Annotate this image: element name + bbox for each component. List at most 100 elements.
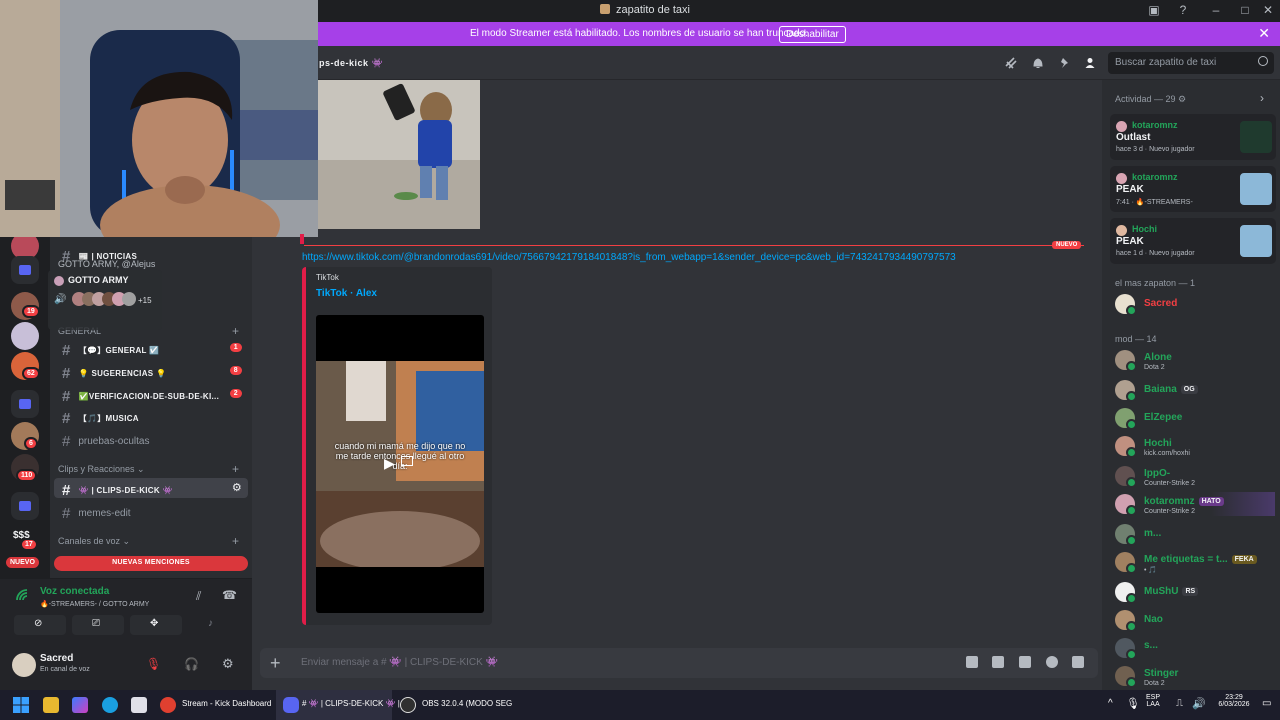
user-avatar[interactable] — [12, 653, 36, 677]
store-icon[interactable] — [131, 697, 147, 713]
disable-streamer-button[interactable]: Deshabilitar — [779, 26, 846, 43]
edge-icon[interactable] — [102, 697, 118, 713]
server-folder-icon[interactable] — [11, 390, 39, 418]
network-icon[interactable]: ⎍ — [1176, 698, 1183, 709]
member-item[interactable]: MuShU RS — [1115, 580, 1275, 604]
embed-video[interactable]: cuando mi mamá me dijo que no me tarde e… — [316, 315, 484, 613]
server-icon[interactable] — [11, 322, 39, 350]
close-banner-icon[interactable]: ✕ — [1258, 25, 1270, 42]
banner-message: El modo Streamer está habilitado. Los no… — [470, 28, 808, 39]
member-item[interactable]: kotaromnz HATO Counter-Strike 2 — [1115, 492, 1275, 516]
game-art — [1240, 173, 1272, 205]
activity-card[interactable]: kotaromnz PEAK 7:41 · 🔥-STREAMERS- — [1110, 166, 1276, 212]
member-item[interactable]: m... — [1115, 522, 1275, 546]
signal-icon[interactable] — [14, 587, 30, 603]
member-item[interactable]: ElZepee — [1115, 406, 1275, 430]
server-folder-icon[interactable] — [11, 492, 39, 520]
new-mentions-button[interactable]: NUEVAS MENCIONES — [54, 556, 248, 571]
disconnect-icon[interactable]: ☎ — [222, 588, 237, 602]
channel-sugerencias[interactable]: # 💡 SUGERENCIAS 💡 8 — [54, 361, 248, 382]
add-channel-icon[interactable]: + — [232, 534, 239, 548]
member-item[interactable]: s... — [1115, 636, 1275, 660]
microphone-icon[interactable]: 🎙 — [1126, 697, 1140, 710]
member-item[interactable]: Sacred — [1115, 292, 1275, 316]
discord-icon[interactable] — [283, 697, 299, 713]
copilot-icon[interactable] — [72, 697, 88, 713]
add-channel-icon[interactable]: + — [232, 462, 239, 476]
channel-memes-edit[interactable]: # memes-edit — [54, 501, 248, 522]
sticker-icon[interactable] — [1019, 656, 1031, 668]
language-indicator[interactable]: ESP LAA — [1146, 694, 1160, 708]
activities-button[interactable]: ✥ — [130, 615, 182, 635]
chevron-up-icon[interactable]: ^ — [1108, 698, 1113, 709]
member-item[interactable]: Alone Dota 2 — [1115, 348, 1275, 372]
category-clips[interactable]: Clips y Reacciones ⌄ + — [58, 462, 239, 476]
activity-card[interactable]: Hochi PEAK hace 1 d · Nuevo jugador — [1110, 218, 1276, 264]
threads-icon[interactable] — [1004, 56, 1018, 70]
category-voice[interactable]: Canales de voz ⌄ + — [58, 534, 239, 548]
channel-general[interactable]: # 【💬】GENERAL ☑️ 1 — [54, 338, 248, 359]
server-folder-icon[interactable] — [11, 256, 39, 284]
member-item[interactable]: Stinger Dota 2 — [1115, 664, 1275, 688]
activity-meta: 7:41 · 🔥-STREAMERS- — [1116, 199, 1193, 206]
notifications-icon[interactable]: ▭ — [1262, 698, 1271, 709]
search-input[interactable]: Buscar zapatito de taxi — [1108, 52, 1274, 74]
chevron-right-icon[interactable]: › — [1260, 91, 1264, 105]
open-external-icon[interactable] — [401, 456, 413, 466]
help-icon[interactable]: ? — [1173, 3, 1193, 17]
volume-icon[interactable]: 🔊 — [1192, 697, 1206, 710]
clock[interactable]: 23:29 6/03/2026 — [1212, 694, 1256, 708]
add-channel-icon[interactable]: + — [232, 324, 239, 338]
activity-user: kotaromnz — [1132, 172, 1178, 182]
previous-video-thumbnail[interactable] — [318, 80, 480, 229]
channel-clips-de-kick[interactable]: # 👾 | CLIPS-DE-KICK 👾 ⚙ — [54, 478, 248, 499]
emoji-icon[interactable] — [1046, 656, 1058, 668]
embed-title[interactable]: TikTok · Alex — [316, 288, 377, 299]
pin-icon[interactable] — [1058, 56, 1072, 70]
member-item[interactable]: Me etiquetas = t... FEKA • 🎵 — [1115, 550, 1275, 574]
user-settings-icon[interactable]: ⚙ — [222, 656, 234, 672]
close-window-button[interactable]: ✕ — [1258, 3, 1278, 17]
bell-icon[interactable] — [1031, 56, 1045, 70]
channel-musica[interactable]: # 【🎵】MUSICA — [54, 406, 248, 427]
activity-card[interactable]: kotaromnz Outlast hace 3 d · Nuevo jugad… — [1110, 114, 1276, 160]
member-item[interactable]: Hochi kick.com/hoxhi — [1115, 434, 1275, 458]
minimize-button[interactable]: – — [1206, 3, 1226, 17]
windows-start-icon[interactable] — [13, 697, 29, 713]
message-composer[interactable]: + Enviar mensaje a # 👾 | CLIPS-DE-KICK 👾 — [260, 648, 1098, 678]
camera-button[interactable]: ⊘ — [14, 615, 66, 635]
tiktok-link[interactable]: https://www.tiktok.com/@brandonrodas691/… — [302, 252, 956, 263]
noise-suppression-icon[interactable]: ⫽ — [196, 589, 201, 604]
new-servers-pill[interactable]: NUEVO — [6, 557, 39, 568]
deafen-icon[interactable]: 🎧 — [184, 657, 199, 671]
settings-icon[interactable]: ⚙ — [232, 481, 242, 494]
play-icon[interactable]: ▶ — [384, 455, 395, 472]
inbox-icon[interactable]: ▣ — [1144, 3, 1164, 17]
soundboard-button[interactable]: ♪ — [188, 615, 240, 635]
mention-badge: 17 — [20, 538, 38, 551]
gif-icon[interactable] — [992, 656, 1004, 668]
member-list-icon[interactable] — [1084, 56, 1098, 70]
maximize-button[interactable]: □ — [1235, 3, 1255, 17]
video-caption: cuando mi mamá me dijo que no me tarde e… — [334, 441, 466, 471]
taskbar-app-discord[interactable]: # 👾 | CLIPS-DE-KICK 👾 | — [302, 699, 400, 708]
channel-verificacion[interactable]: # ✅VERIFICACION-DE-SUB-DE-KI... 2 — [54, 384, 248, 405]
taskbar-app-chrome[interactable]: Stream - Kick Dashboard — [182, 699, 271, 708]
voice-location[interactable]: 🔥-STREAMERS- / GOTTO ARMY — [40, 600, 149, 608]
window-title: zapatito de taxi — [600, 4, 690, 16]
user-status: En canal de voz — [40, 666, 90, 673]
add-attachment-icon[interactable]: + — [270, 653, 281, 674]
screen-share-button[interactable]: ⎚ — [72, 615, 124, 635]
file-explorer-icon[interactable] — [43, 697, 59, 713]
member-item[interactable]: IppO- Counter-Strike 2 — [1115, 464, 1275, 488]
member-item[interactable]: Nao — [1115, 608, 1275, 632]
gift-icon[interactable] — [966, 656, 978, 668]
chrome-icon[interactable] — [160, 697, 176, 713]
channel-pruebas-ocultas[interactable]: # pruebas-ocultas — [54, 429, 248, 450]
mute-icon[interactable]: 🎙 — [146, 657, 161, 671]
obs-icon[interactable] — [400, 697, 416, 713]
apps-icon[interactable] — [1072, 656, 1084, 668]
member-item[interactable]: Baiana OG — [1115, 378, 1275, 402]
member-name: Stinger — [1144, 668, 1179, 679]
taskbar-app-obs[interactable]: OBS 32.0.4 (MODO SEG — [422, 699, 512, 708]
